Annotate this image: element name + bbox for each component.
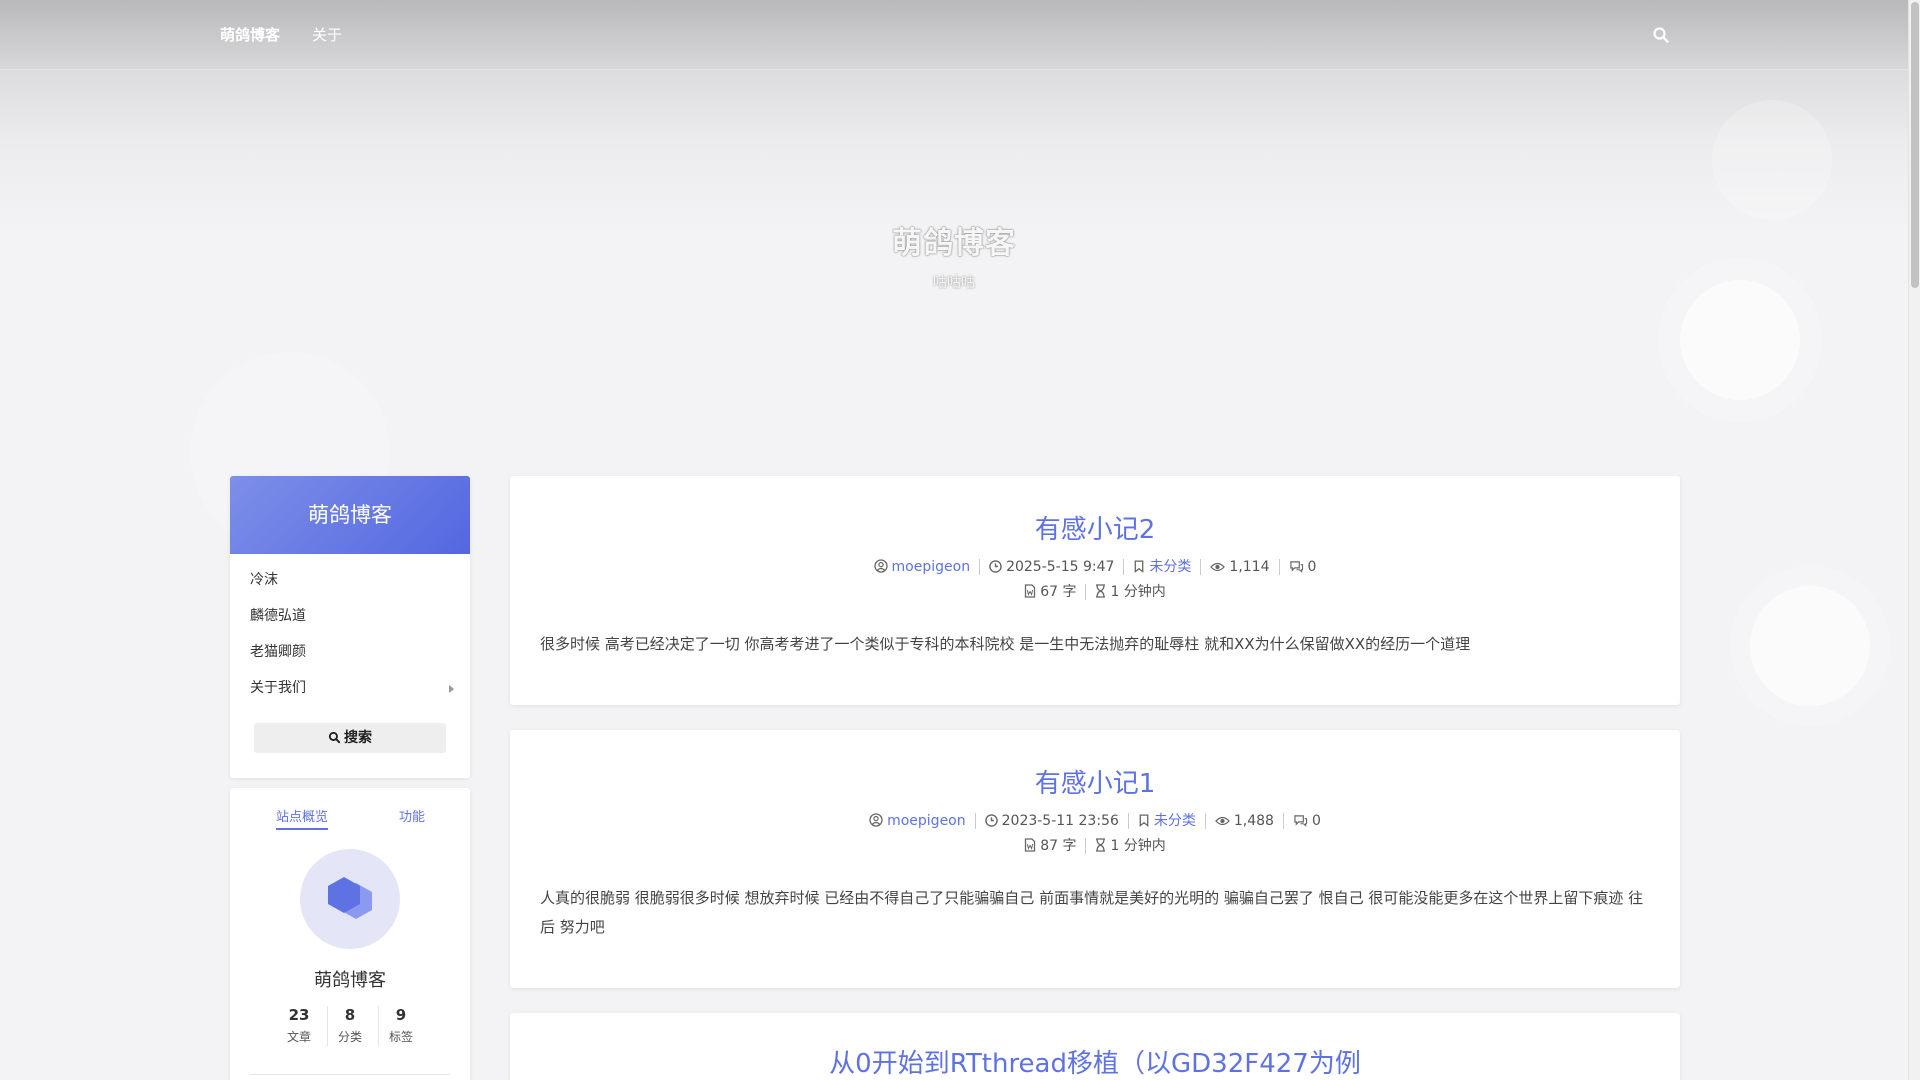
- post-author[interactable]: moepigeon: [860, 813, 975, 829]
- profile-name: 萌鸽博客: [314, 970, 386, 991]
- post-card: 有感小记1 moepigeon 2023-5-11 23:56 未分类 1,488 0 …: [510, 730, 1680, 988]
- post-date-text: 2023-5-11 23:56: [1001, 813, 1119, 829]
- hourglass-icon: [1096, 584, 1106, 598]
- sidebar-item-label: 关于我们: [250, 680, 306, 696]
- caret-right-icon: [449, 685, 454, 693]
- post-card: 有感小记2 moepigeon 2025-5-15 9:47 未分类 1,114 0 6…: [510, 476, 1680, 705]
- sidebar-item-label: 冷沫: [250, 572, 278, 588]
- post-category-name: 未分类: [1149, 559, 1192, 575]
- post-comments-count: 0: [1311, 813, 1321, 829]
- post-read-time-text: 1 分钟内: [1110, 584, 1166, 600]
- page-scrollbar[interactable]: [1908, 0, 1920, 1080]
- post-meta: moepigeon 2025-5-15 9:47 未分类 1,114 0: [510, 559, 1680, 575]
- post-category-name: 未分类: [1153, 813, 1196, 829]
- post-card: 从0开始到RTthread移植（以GD32F427为例: [510, 1013, 1680, 1080]
- post-comments-count: 0: [1307, 559, 1317, 575]
- tab-features[interactable]: 功能: [399, 806, 425, 825]
- stat-categories-count: 8: [344, 1006, 356, 1024]
- post-views: 1,488: [1204, 813, 1283, 829]
- post-views-count: 1,114: [1229, 559, 1270, 575]
- decor-bubble: [1730, 566, 1890, 726]
- sidebar-item-label: 老猫卿颜: [250, 644, 306, 660]
- clock-icon: [984, 814, 998, 827]
- eye-icon: [1210, 562, 1226, 572]
- banner-title: 萌鸽博客: [892, 226, 1016, 261]
- comments-icon: [1294, 815, 1308, 827]
- banner-subtitle: 咕咕咕: [933, 275, 975, 291]
- bookmark-icon: [1139, 814, 1149, 827]
- post-title[interactable]: 有感小记1: [510, 763, 1680, 800]
- search-button-label: 搜索: [344, 730, 372, 746]
- stat-tags-label: 标签: [388, 1030, 413, 1044]
- comments-icon: [1289, 561, 1303, 573]
- hero-banner: 萌鸽博客 咕咕咕: [0, 70, 1908, 552]
- stat-tags-count: 9: [395, 1006, 407, 1024]
- top-navbar: 萌鸽博客 关于: [0, 0, 1908, 70]
- post-word-count: 87 字: [1015, 838, 1085, 854]
- post-meta-secondary: 67 字 1 分钟内: [510, 584, 1680, 600]
- search-icon[interactable]: [1652, 26, 1670, 44]
- post-author[interactable]: moepigeon: [865, 559, 980, 575]
- post-category[interactable]: 未分类: [1123, 559, 1200, 575]
- clock-icon: [989, 560, 1002, 573]
- post-word-count: 67 字: [1015, 584, 1085, 600]
- post-comments[interactable]: 0: [1282, 813, 1330, 829]
- avatar: [300, 849, 400, 949]
- post-title[interactable]: 有感小记2: [510, 509, 1680, 546]
- user-circle-icon: [873, 559, 888, 573]
- post-author-name: moepigeon: [891, 559, 971, 575]
- post-views-count: 1,488: [1233, 813, 1274, 829]
- sidebar-item-laomaoqingyan[interactable]: 老猫卿颜: [230, 634, 470, 670]
- sidebar-item-label: 麟德弘道: [250, 608, 306, 624]
- bookmark-icon: [1135, 560, 1144, 573]
- post-date: 2025-5-15 9:47: [979, 559, 1123, 575]
- post-excerpt: 人真的很脆弱 很脆弱很多时候 想放弃时候 已经由不得自己了只能骗骗自己 前面事情…: [540, 889, 1644, 936]
- stat-categories[interactable]: 8 分类: [325, 1006, 375, 1045]
- post-views: 1,114: [1200, 559, 1278, 575]
- hourglass-icon: [1096, 838, 1106, 852]
- sidebar-search-button[interactable]: 搜索: [254, 723, 446, 753]
- decor-bubble: [1712, 100, 1832, 220]
- sidebar-item-about-us[interactable]: 关于我们: [230, 670, 470, 706]
- post-word-count-text: 67 字: [1040, 584, 1077, 600]
- eye-icon: [1214, 816, 1230, 826]
- user-circle-icon: [869, 813, 883, 827]
- post-read-time: 1 分钟内: [1085, 584, 1174, 600]
- nav-brand-link[interactable]: 萌鸽博客: [220, 24, 280, 45]
- file-word-icon: [1025, 584, 1036, 598]
- sidebar-item-lindehongdao[interactable]: 麟德弘道: [230, 598, 470, 634]
- scrollbar-thumb[interactable]: [1911, 2, 1919, 288]
- post-meta: moepigeon 2023-5-11 23:56 未分类 1,488 0: [510, 813, 1680, 829]
- sidebar-menu-title: 萌鸽博客: [230, 476, 470, 554]
- search-icon: [328, 731, 341, 744]
- post-title[interactable]: 从0开始到RTthread移植（以GD32F427为例: [510, 1043, 1680, 1080]
- sidebar-menu-card: 萌鸽博客 冷沫 麟德弘道 老猫卿颜 关于我们 搜索: [230, 476, 470, 778]
- stat-posts-count: 23: [288, 1006, 310, 1024]
- tab-site-overview[interactable]: 站点概览: [276, 806, 329, 830]
- nav-about-link[interactable]: 关于: [312, 24, 342, 45]
- stat-categories-label: 分类: [337, 1030, 362, 1044]
- post-date-text: 2025-5-15 9:47: [1006, 559, 1115, 575]
- post-author-name: moepigeon: [887, 813, 966, 829]
- post-category[interactable]: 未分类: [1127, 813, 1205, 829]
- stat-tags[interactable]: 9 标签: [376, 1006, 426, 1045]
- stat-posts-label: 文章: [286, 1030, 311, 1044]
- post-meta-secondary: 87 字 1 分钟内: [510, 838, 1680, 854]
- post-comments[interactable]: 0: [1278, 559, 1326, 575]
- sidebar-item-lengmo[interactable]: 冷沫: [230, 562, 470, 598]
- profile-card: 站点概览 功能 萌鸽博客 23 文章 8 分类 9 标签: [230, 788, 470, 1080]
- post-word-count-text: 87 字: [1040, 838, 1077, 854]
- divider: [250, 1074, 450, 1075]
- file-word-icon: [1025, 838, 1036, 852]
- post-excerpt: 很多时候 高考已经决定了一切 你高考考进了一个类似于专科的本科院校 是一生中无法…: [540, 635, 1471, 653]
- post-read-time-text: 1 分钟内: [1110, 838, 1166, 854]
- stat-posts[interactable]: 23 文章: [274, 1006, 324, 1045]
- post-date: 2023-5-11 23:56: [974, 813, 1128, 829]
- post-read-time: 1 分钟内: [1085, 838, 1174, 854]
